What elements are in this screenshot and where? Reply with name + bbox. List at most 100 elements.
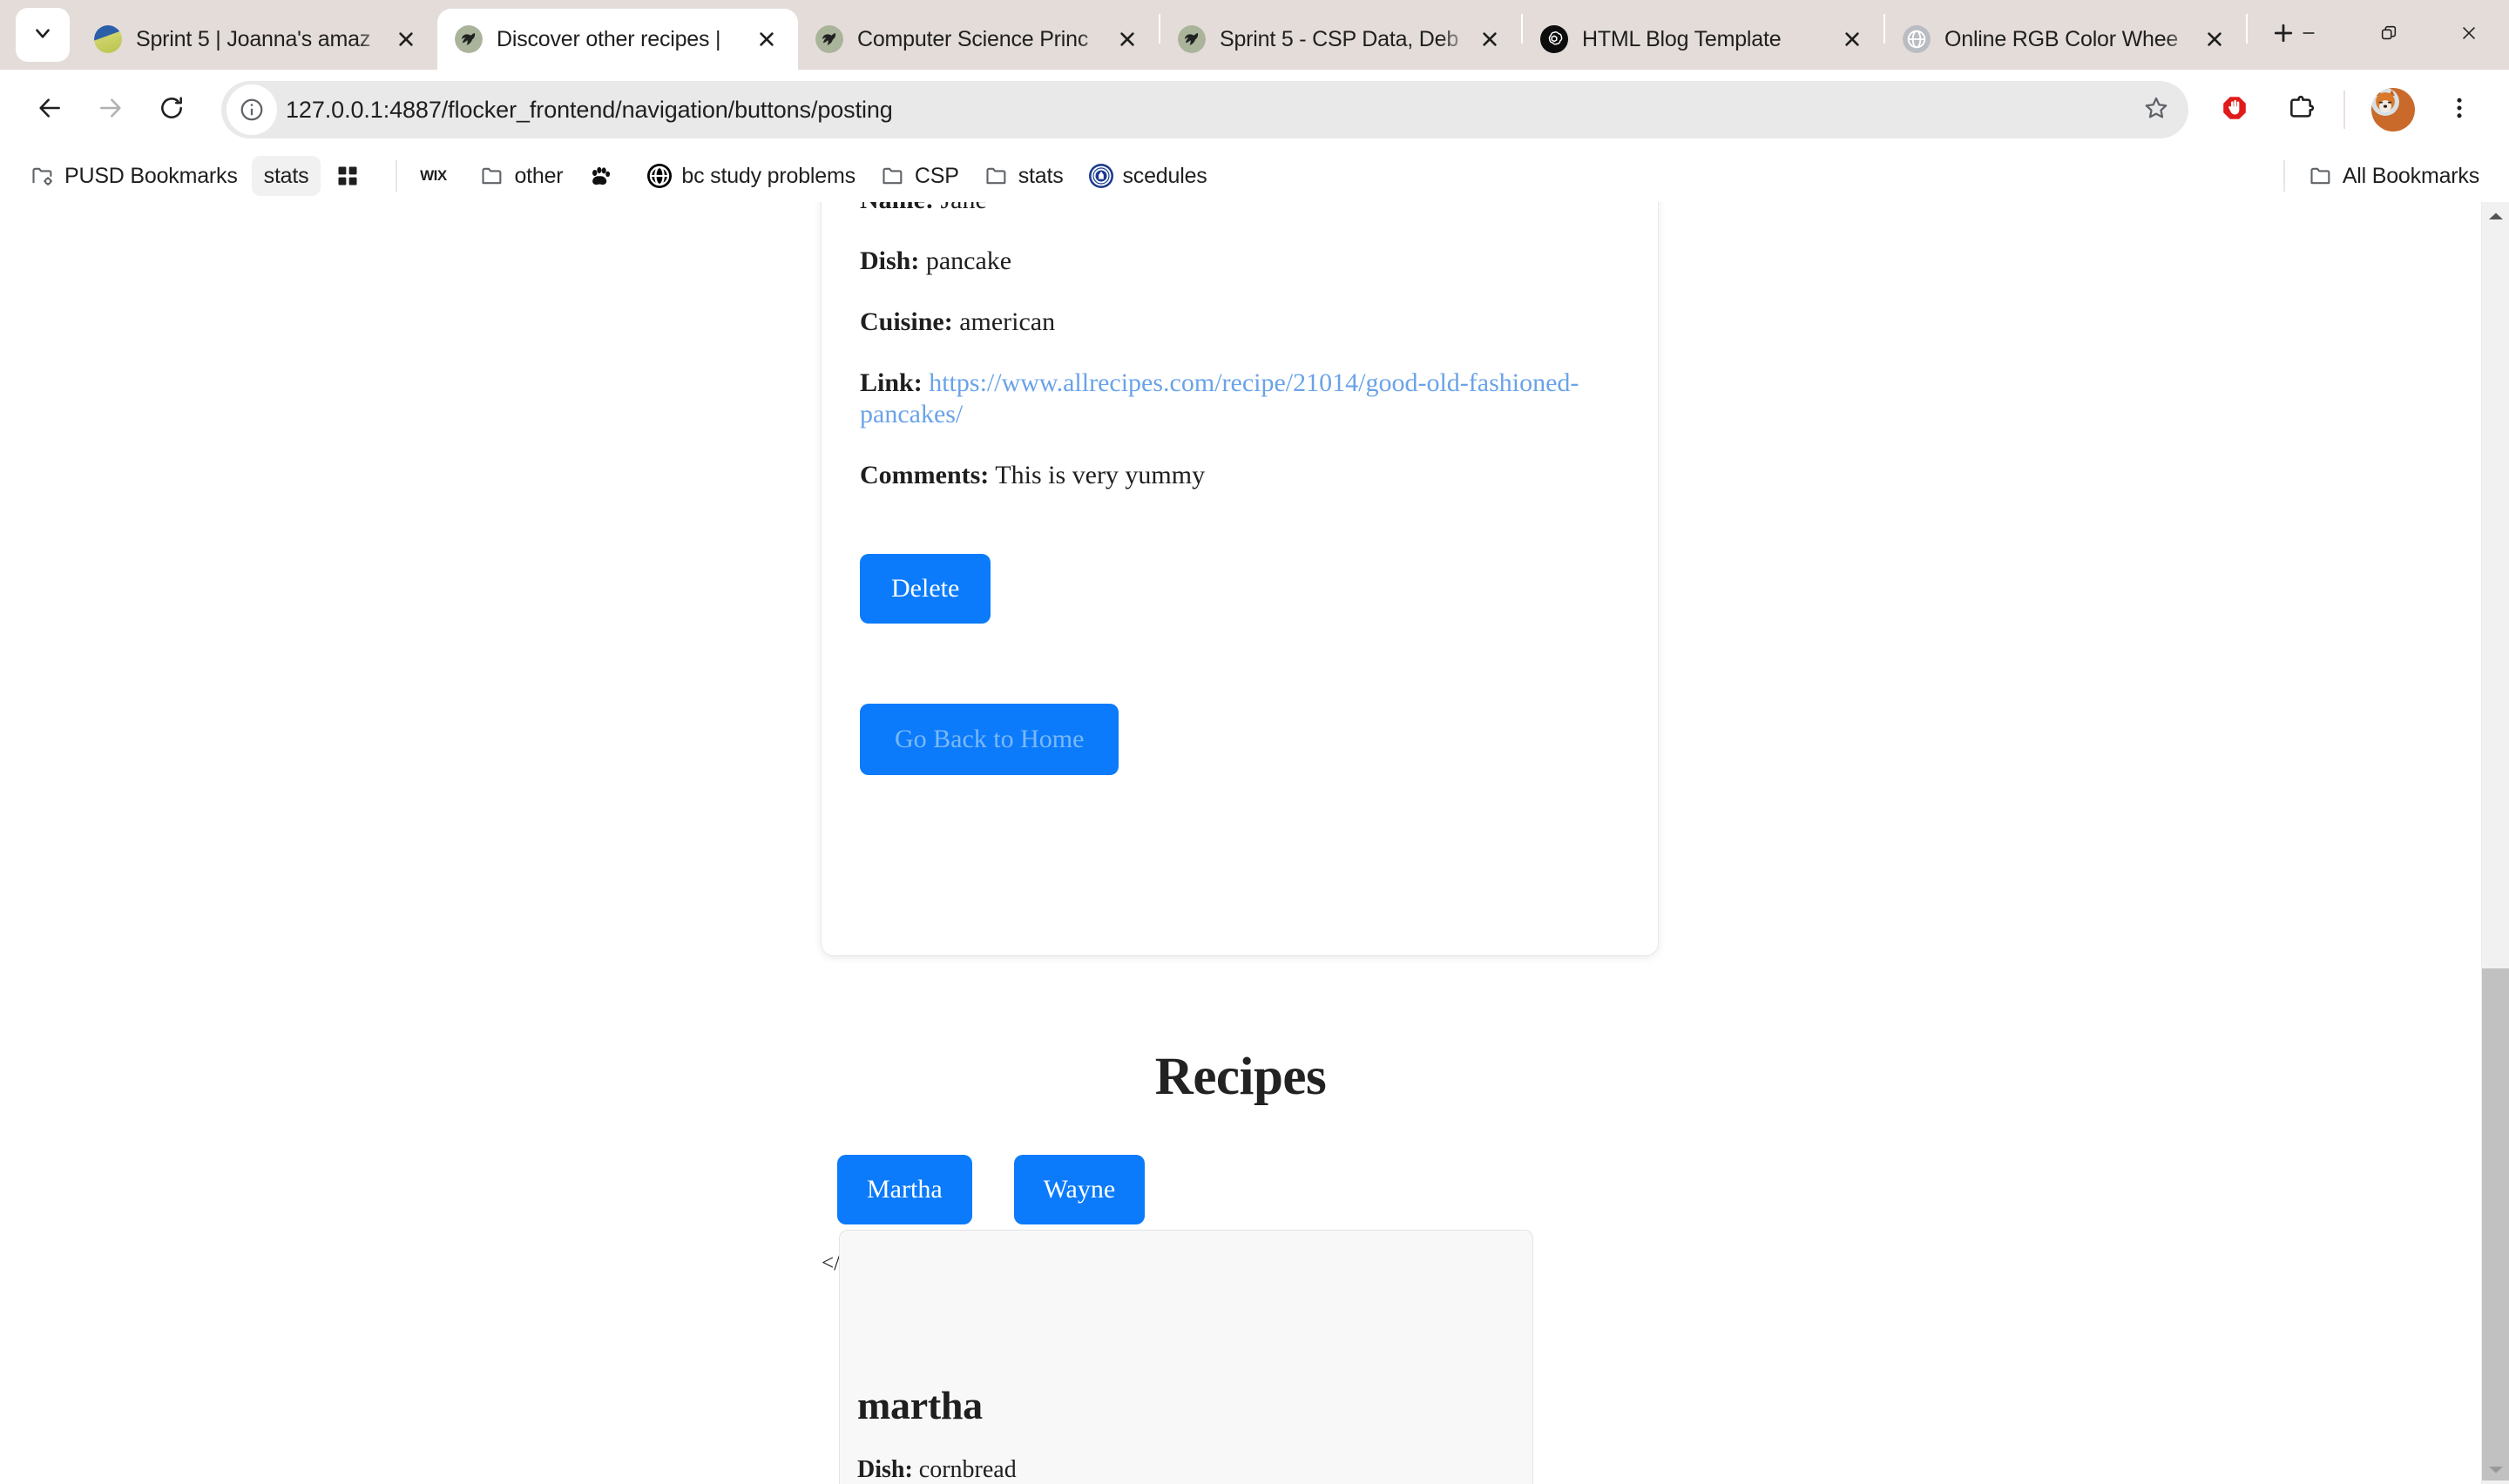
- bookmark-pusd-bookmarks[interactable]: PUSD Bookmarks: [19, 156, 248, 196]
- browser-tab-active[interactable]: Discover other recipes |: [437, 9, 798, 70]
- address-bar[interactable]: 127.0.0.1:4887/flocker_frontend/navigati…: [221, 81, 2188, 138]
- bookmark-label: stats: [1018, 163, 1064, 188]
- bookmark-csp[interactable]: CSP: [869, 156, 970, 196]
- close-window-button[interactable]: [2429, 0, 2509, 70]
- profile-button[interactable]: [2363, 79, 2424, 140]
- bookmark-label: bc study problems: [681, 163, 855, 188]
- go-back-to-home-button[interactable]: Go Back to Home: [860, 704, 1119, 775]
- apps-grid-icon: [335, 163, 361, 189]
- recipes-heading: Recipes: [1154, 1048, 1327, 1106]
- url-text[interactable]: 127.0.0.1:4887/flocker_frontend/navigati…: [286, 97, 2129, 124]
- adblock-button[interactable]: [2204, 79, 2265, 140]
- chrome-menu-button[interactable]: [2429, 79, 2490, 140]
- bookmark-wix[interactable]: WIX: [409, 156, 465, 196]
- page-scrollbar[interactable]: [2481, 202, 2509, 1484]
- tab-close-button[interactable]: [747, 20, 786, 58]
- posting-link-row: Link: https://www.allrecipes.com/recipe/…: [860, 368, 1620, 430]
- posting-comments-row: Comments: This is very yummy: [860, 460, 1620, 491]
- tab-close-button[interactable]: [387, 20, 425, 58]
- posting-link-label: Link:: [860, 368, 923, 397]
- tab-title: HTML Blog Template: [1582, 26, 1782, 51]
- school-seal-icon: [1088, 163, 1114, 189]
- posting-link-value[interactable]: https://www.allrecipes.com/recipe/21014/…: [860, 368, 1579, 428]
- posting-name-value: Jane: [940, 202, 986, 214]
- all-bookmarks-label: All Bookmarks: [2342, 163, 2479, 188]
- scrollbar-thumb[interactable]: [2482, 968, 2509, 1481]
- browser-window: Sprint 5 | Joanna's amaz Discover other …: [0, 0, 2509, 1484]
- tab-title: Online RGB Color Whee: [1944, 26, 2179, 51]
- minimize-icon: [2299, 24, 2318, 47]
- recipe-name: martha: [857, 1383, 983, 1427]
- bird-icon: [815, 25, 843, 53]
- all-bookmarks-button[interactable]: All Bookmarks: [2297, 156, 2490, 196]
- close-icon: [2459, 24, 2479, 47]
- bookmark-scedules[interactable]: scedules: [1078, 156, 1218, 196]
- browser-tab[interactable]: HTML Blog Template: [1523, 9, 1883, 70]
- openai-icon: [1540, 25, 1568, 53]
- tab-title: Sprint 5 - CSP Data, Deb: [1220, 26, 1459, 51]
- tab-separator: [2246, 14, 2248, 44]
- bookmark-paw[interactable]: [577, 156, 632, 196]
- site-info-icon[interactable]: [227, 84, 277, 135]
- browser-tab[interactable]: Sprint 5 - CSP Data, Deb: [1160, 9, 1521, 70]
- delete-button[interactable]: Delete: [860, 554, 991, 624]
- puzzle-piece-icon: [2287, 94, 2315, 126]
- bookmark-bc-study-problems[interactable]: bc study problems: [636, 156, 865, 196]
- tab-list: Sprint 5 | Joanna's amaz Discover other …: [77, 0, 2293, 70]
- tab-close-button[interactable]: [1833, 20, 1871, 58]
- maximize-button[interactable]: [2349, 0, 2429, 70]
- tab-close-button[interactable]: [2195, 20, 2234, 58]
- recipe-tab-martha[interactable]: Martha: [837, 1155, 972, 1224]
- tab-close-button[interactable]: [1108, 20, 1146, 58]
- bookmark-star-button[interactable]: [2129, 83, 2183, 137]
- recipe-detail-card: martha Dish: cornbread Cuisine: american…: [839, 1230, 1533, 1484]
- posting-cuisine-row: Cuisine: american: [860, 307, 1620, 338]
- tab-search-button[interactable]: [16, 8, 70, 62]
- forward-arrow-icon: [97, 94, 125, 126]
- posting-name-row: Name: Jane: [860, 202, 1620, 216]
- forward-button[interactable]: [80, 79, 141, 140]
- posting-actions: Delete: [860, 521, 1620, 624]
- folder-icon: [880, 163, 906, 189]
- window-controls: [2269, 0, 2509, 70]
- scroll-down-arrow[interactable]: [2482, 1456, 2509, 1484]
- toolbar-divider: [2343, 91, 2345, 129]
- posting-dish-value: pancake: [925, 246, 1012, 275]
- black-globe-icon: [646, 163, 673, 189]
- tab-close-button[interactable]: [1471, 20, 1509, 58]
- bookmark-other[interactable]: other: [469, 156, 573, 196]
- folder-settings-icon: [30, 163, 56, 189]
- recipe-dish-label: Dish:: [857, 1456, 913, 1483]
- back-arrow-icon: [36, 94, 64, 126]
- stray-markup-text: </: [822, 1251, 841, 1275]
- paw-icon: [587, 163, 613, 189]
- folder-icon: [479, 163, 505, 189]
- chevron-down-icon: [31, 22, 54, 49]
- browser-tab[interactable]: Online RGB Color Whee: [1885, 9, 2246, 70]
- tab-strip: Sprint 5 | Joanna's amaz Discover other …: [0, 0, 2509, 70]
- posting-comments-label: Comments:: [860, 461, 990, 489]
- folder-icon: [2308, 163, 2334, 189]
- reload-button[interactable]: [141, 79, 202, 140]
- bookmark-apps-grid[interactable]: [324, 156, 380, 196]
- posting-dish-label: Dish:: [860, 246, 920, 275]
- bookmark-label: other: [514, 163, 564, 188]
- bookmark-stats-chip[interactable]: stats: [251, 156, 321, 196]
- back-button[interactable]: [19, 79, 80, 140]
- recipe-dish-value: cornbread: [918, 1456, 1017, 1483]
- scroll-up-arrow[interactable]: [2482, 202, 2509, 230]
- recipe-tab-list: Martha Wayne: [837, 1155, 1146, 1224]
- minimize-button[interactable]: [2269, 0, 2349, 70]
- bookmark-separator: [396, 160, 398, 192]
- browser-tab[interactable]: Sprint 5 | Joanna's amaz: [77, 9, 437, 70]
- joanna-avatar-icon: [94, 25, 122, 53]
- extensions-button[interactable]: [2270, 79, 2331, 140]
- browser-tab[interactable]: Computer Science Princ: [798, 9, 1159, 70]
- tab-title: Discover other recipes |: [497, 26, 721, 51]
- bookmark-stats-folder[interactable]: stats: [973, 156, 1074, 196]
- profile-avatar: [2371, 88, 2415, 132]
- recipe-tab-wayne[interactable]: Wayne: [1013, 1155, 1146, 1224]
- star-icon: [2143, 95, 2169, 125]
- web-page: Name: Jane Dish: pancake Cuisine: americ…: [0, 202, 2481, 1484]
- posting-cuisine-label: Cuisine:: [860, 307, 953, 336]
